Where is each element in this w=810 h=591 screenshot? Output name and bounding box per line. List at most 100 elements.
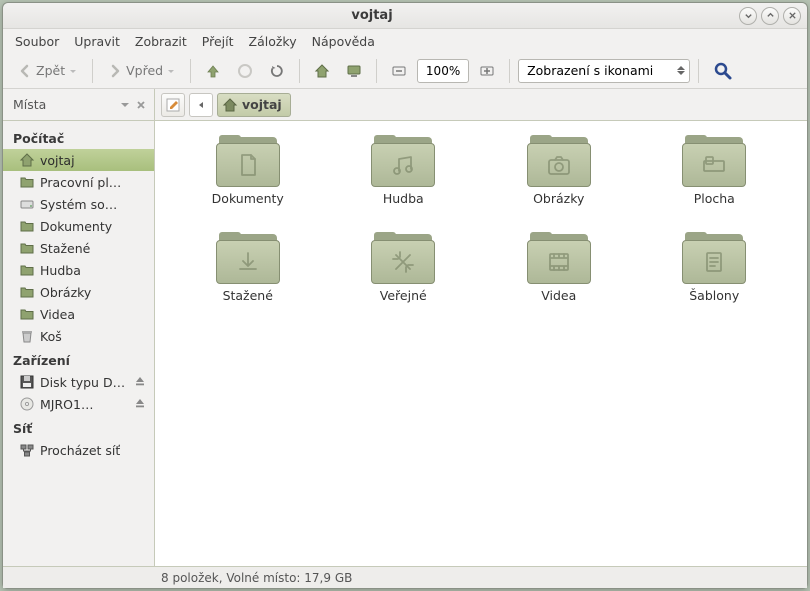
computer-icon <box>346 63 362 79</box>
sidebar-item[interactable]: MJRO1… <box>3 393 154 415</box>
sidebar-group-header: Počítač <box>3 125 154 149</box>
close-button[interactable] <box>783 7 801 25</box>
menu-bookmarks[interactable]: Záložky <box>243 31 303 52</box>
reload-button[interactable] <box>263 57 291 85</box>
menu-help[interactable]: Nápověda <box>306 31 381 52</box>
view-mode-select[interactable]: Zobrazení s ikonami <box>518 59 690 83</box>
folder-label: Dokumenty <box>212 191 284 206</box>
zoom-in-icon <box>479 63 495 79</box>
sidebar: Počítačvojtaj Pracovní pl… Systém so… Dokum… <box>3 121 155 566</box>
path-back-button[interactable] <box>189 93 213 117</box>
forward-button[interactable]: Vpřed <box>101 57 182 85</box>
folder-item[interactable]: Obrázky <box>494 131 624 210</box>
folder-icon <box>371 232 435 284</box>
folder-label: Obrázky <box>533 191 584 206</box>
maximize-button[interactable] <box>761 7 779 25</box>
titlebar: vojtaj <box>3 3 807 29</box>
folder-icon <box>527 135 591 187</box>
sidebar-dropdown-icon[interactable] <box>118 98 132 112</box>
folder-item[interactable]: Veřejné <box>338 228 468 307</box>
search-button[interactable] <box>707 57 739 85</box>
sidebar-item-label: Videa <box>40 307 75 322</box>
eject-icon[interactable] <box>134 375 146 390</box>
breadcrumb-current[interactable]: vojtaj <box>217 93 291 117</box>
icon-grid: Dokumenty Hudba Obrázky Plocha Stažené Veřejn… <box>155 121 807 317</box>
menu-edit[interactable]: Upravit <box>68 31 126 52</box>
main-body: Počítačvojtaj Pracovní pl… Systém so… Dokum… <box>3 121 807 566</box>
stop-button[interactable] <box>231 57 259 85</box>
sidebar-item[interactable]: Pracovní pl… <box>3 171 154 193</box>
separator <box>376 59 377 83</box>
cd-icon <box>19 396 35 412</box>
sidebar-close-icon[interactable] <box>134 98 148 112</box>
sidebar-item[interactable]: Dokumenty <box>3 215 154 237</box>
menu-file[interactable]: Soubor <box>9 31 65 52</box>
folder-label: Veřejné <box>380 288 427 303</box>
search-icon <box>713 61 733 81</box>
folder-item[interactable]: Dokumenty <box>183 131 313 210</box>
path-bar: vojtaj <box>155 93 807 117</box>
menu-go[interactable]: Přejít <box>196 31 240 52</box>
sidebar-item[interactable]: Obrázky <box>3 281 154 303</box>
separator <box>509 59 510 83</box>
zoom-in-button[interactable] <box>473 57 501 85</box>
sidebar-item-label: Obrázky <box>40 285 91 300</box>
drive-icon <box>19 196 35 212</box>
chevron-down-icon <box>68 66 78 76</box>
folder-label: Plocha <box>694 191 735 206</box>
folder-icon <box>527 232 591 284</box>
sidebar-item-label: Disk typu D… <box>40 375 125 390</box>
home-icon <box>222 97 238 113</box>
sidebar-group-header: Síť <box>3 415 154 439</box>
eject-icon[interactable] <box>134 397 146 412</box>
file-manager-window: vojtaj Soubor Upravit Zobrazit Přejít Zá… <box>2 2 808 589</box>
sidebar-item-label: MJRO1… <box>40 397 93 412</box>
stop-icon <box>237 63 253 79</box>
floppy-icon <box>19 374 35 390</box>
sidebar-item[interactable]: Koš <box>3 325 154 347</box>
window-title: vojtaj <box>9 8 735 23</box>
sidebar-item-label: Koš <box>40 329 62 344</box>
up-button[interactable] <box>199 57 227 85</box>
folder-item[interactable]: Videa <box>494 228 624 307</box>
separator <box>698 59 699 83</box>
folder-item[interactable]: Plocha <box>649 131 779 210</box>
folder-icon <box>371 135 435 187</box>
computer-button[interactable] <box>340 57 368 85</box>
sidebar-item[interactable]: vojtaj <box>3 149 154 171</box>
sidebar-item-label: Systém so… <box>40 197 117 212</box>
folder-label: Hudba <box>383 191 424 206</box>
folder-label: Videa <box>541 288 576 303</box>
back-button[interactable]: Zpět <box>11 57 84 85</box>
folder-icon <box>19 240 35 256</box>
folder-item[interactable]: Šablony <box>649 228 779 307</box>
folder-icon <box>216 232 280 284</box>
statusbar: 8 položek, Volné místo: 17,9 GB <box>3 566 807 588</box>
edit-path-button[interactable] <box>161 93 185 117</box>
folder-icon <box>19 284 35 300</box>
sidebar-item[interactable]: Hudba <box>3 259 154 281</box>
status-text: 8 položek, Volné místo: 17,9 GB <box>161 571 352 585</box>
folder-item[interactable]: Hudba <box>338 131 468 210</box>
sidebar-item[interactable]: Disk typu D… <box>3 371 154 393</box>
folder-item[interactable]: Stažené <box>183 228 313 307</box>
sidebar-item-label: Stažené <box>40 241 90 256</box>
folder-icon <box>19 306 35 322</box>
sidebar-item[interactable]: Stažené <box>3 237 154 259</box>
home-icon <box>19 152 35 168</box>
folder-icon <box>216 135 280 187</box>
menubar: Soubor Upravit Zobrazit Přejít Záložky N… <box>3 29 807 53</box>
zoom-out-button[interactable] <box>385 57 413 85</box>
menu-view[interactable]: Zobrazit <box>129 31 193 52</box>
sidebar-item[interactable]: Systém so… <box>3 193 154 215</box>
separator <box>92 59 93 83</box>
folder-icon <box>682 135 746 187</box>
network-icon <box>19 442 35 458</box>
separator <box>299 59 300 83</box>
sidebar-item[interactable]: Procházet síť <box>3 439 154 461</box>
content-view[interactable]: Dokumenty Hudba Obrázky Plocha Stažené Veřejn… <box>155 121 807 566</box>
sidebar-item-label: Pracovní pl… <box>40 175 121 190</box>
sidebar-item[interactable]: Videa <box>3 303 154 325</box>
minimize-button[interactable] <box>739 7 757 25</box>
home-button[interactable] <box>308 57 336 85</box>
